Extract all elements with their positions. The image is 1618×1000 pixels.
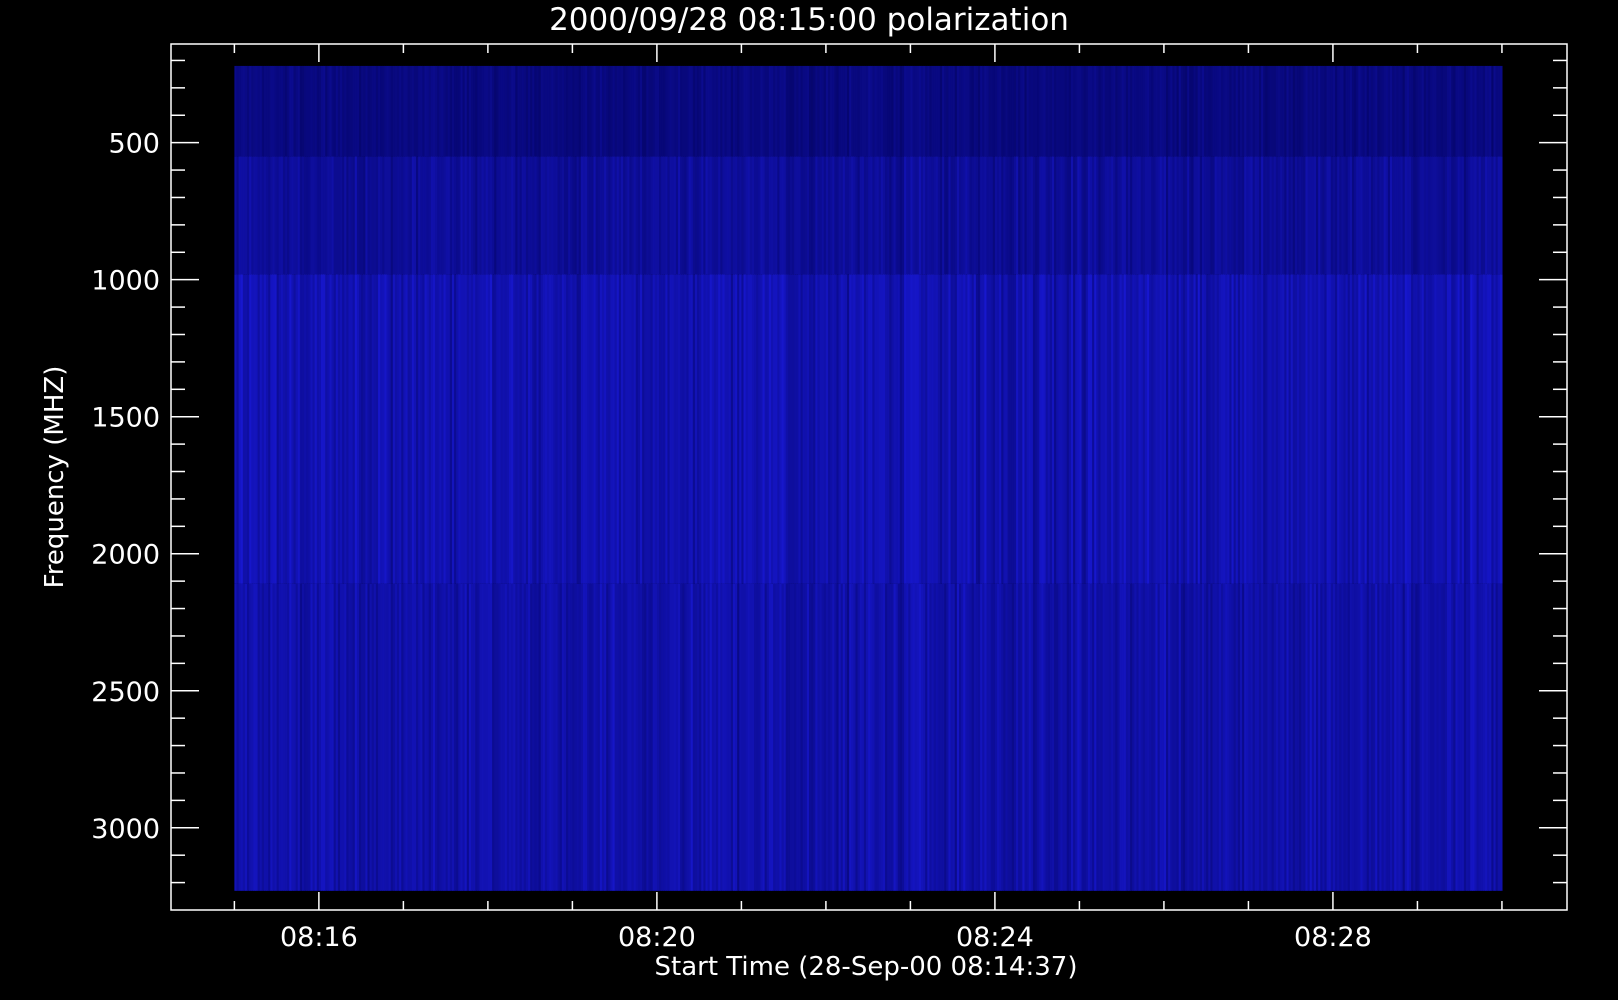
y-tick-label: 500: [108, 129, 160, 160]
y-tick-label: 1000: [91, 266, 160, 297]
y-tick-label: 2500: [91, 677, 160, 708]
spectrogram-chart: 2000/09/28 08:15:00 polarization 08:16 08…: [40, 2, 1568, 982]
heatmap-area: [234, 65, 1503, 891]
heatmap-cell: [1499, 583, 1503, 891]
heatmap-cell: [1499, 65, 1503, 157]
x-tick-label: 08:28: [1294, 922, 1372, 953]
heatmap-band: [234, 156, 1503, 275]
x-tick-label: 08:24: [956, 922, 1034, 953]
y-axis-label: Frequency (MHZ): [40, 366, 70, 589]
x-tick-label: 08:20: [618, 922, 696, 953]
y-tick-label: 3000: [91, 814, 160, 845]
x-tick-label: 08:16: [280, 922, 358, 953]
heatmap-cell: [1499, 274, 1503, 584]
y-tick-labels: 500 1000 1500 2000 2500 3000: [91, 129, 160, 845]
heatmap-band: [234, 583, 1503, 891]
y-tick-label: 2000: [91, 540, 160, 571]
chart-title: 2000/09/28 08:15:00 polarization: [549, 2, 1069, 38]
heatmap-band: [234, 274, 1503, 584]
x-tick-labels: 08:16 08:20 08:24 08:28: [280, 922, 1372, 953]
x-axis-label: Start Time (28-Sep-00 08:14:37): [655, 952, 1078, 982]
heatmap-band: [234, 65, 1503, 157]
heatmap-cell: [1499, 156, 1503, 275]
y-tick-label: 1500: [91, 403, 160, 434]
